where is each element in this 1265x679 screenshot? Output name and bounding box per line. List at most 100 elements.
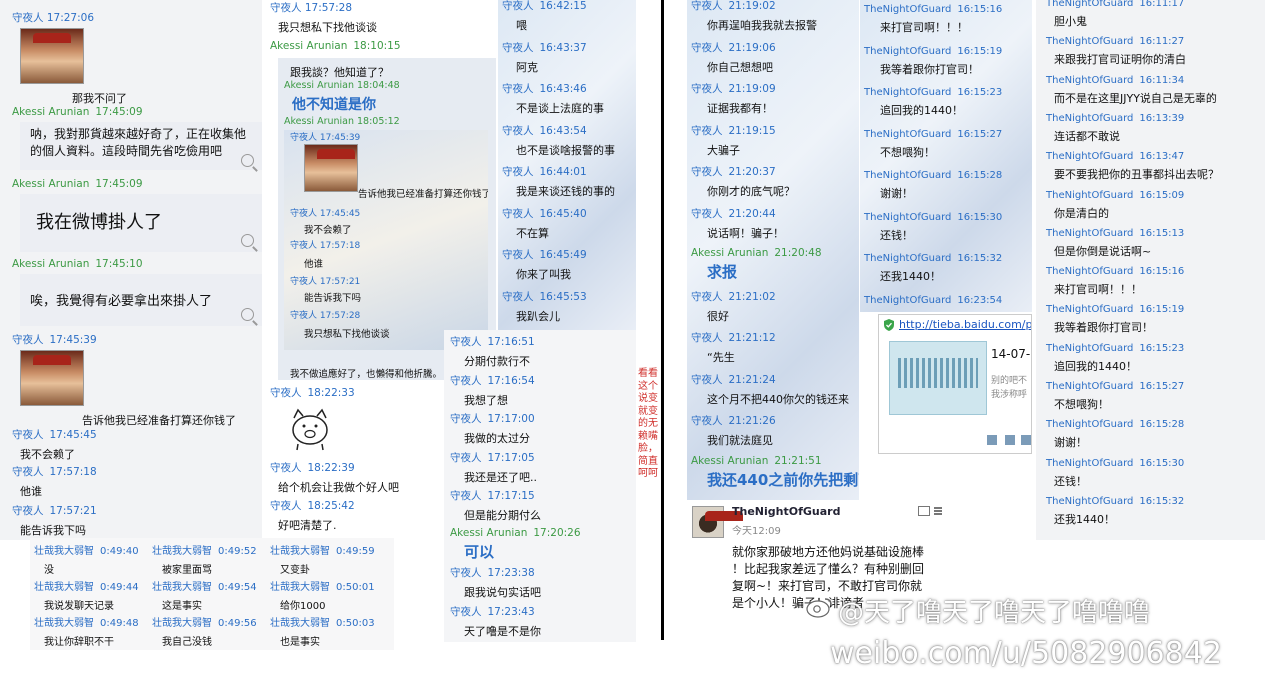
- message-header: TheNightOfGuard 16:15:27: [1046, 381, 1265, 392]
- message-time: 16:43:46: [539, 83, 587, 95]
- message-header: 守夜人 16:43:37: [502, 40, 636, 55]
- shield-icon: [883, 319, 895, 331]
- chat-message: 守夜人 17:17:05 我还是还了吧..: [450, 450, 636, 485]
- message-text: 你是清白的: [1054, 206, 1109, 220]
- sender-name: 守夜人: [502, 290, 534, 303]
- link-url[interactable]: http://tieba.baidu.com/p: [899, 318, 1031, 331]
- message-time: 16:23:54: [957, 294, 1003, 306]
- sender-name: 守夜人: [502, 41, 534, 54]
- message-text: 不想喂狗！: [880, 145, 935, 159]
- message-header: TheNightOfGuard 16:15:28: [1046, 419, 1265, 430]
- message-text: 来打官司啊！！！: [880, 21, 968, 34]
- message-text: 追回我的1440！: [880, 104, 963, 117]
- chat-message: 守夜人 21:20:37 你刚才的底气呢？: [691, 164, 859, 199]
- sender-name: 守夜人: [12, 505, 44, 517]
- message-time: 17:20:26: [533, 526, 581, 539]
- message-text: 不是谈上法庭的事: [516, 102, 604, 115]
- share-icon[interactable]: [1005, 435, 1015, 445]
- sender-name: TheNightOfGuard: [1046, 36, 1134, 48]
- save-icon[interactable]: [987, 435, 997, 445]
- message-header: TheNightOfGuard 16:15:09: [1046, 190, 1265, 201]
- message-header: 守夜人 16:43:54: [502, 123, 636, 138]
- sender-name: TheNightOfGuard: [1046, 266, 1134, 278]
- sender-name: TheNightOfGuard: [1046, 112, 1134, 124]
- message-text: 你再逞咱我我就去报警: [707, 19, 817, 32]
- chat-message: TheNightOfGuard 16:13:39 连话都不敢说: [1046, 113, 1265, 144]
- message-time: 17:23:43: [487, 605, 535, 618]
- message-text: 你自己想想吧: [707, 60, 773, 74]
- chat-panel-1: 守夜人 17:27:06 那我不问了 Akessi Arunian 17:45:0…: [0, 0, 262, 540]
- chat-message: 守夜人 17:17:00 我做的太过分: [450, 411, 636, 446]
- message-time: 16:15:16: [1139, 266, 1185, 278]
- message-time: 17:45:09: [95, 106, 143, 118]
- message-time: 0:49:54: [218, 582, 257, 593]
- message-header: TheNightOfGuard 16:15:28: [864, 170, 1032, 181]
- message-text: 不在算: [516, 226, 549, 240]
- message-header: 壮哉我大弱智 0:49:54: [152, 578, 257, 593]
- mail-icon[interactable]: [918, 506, 930, 516]
- message-text: 谢谢！: [1054, 436, 1087, 450]
- commenter-name[interactable]: TheNightOfGuard: [732, 505, 840, 518]
- message-time: 0:49:59: [336, 546, 375, 557]
- sender-name: TheNightOfGuard: [1046, 495, 1134, 507]
- link-card[interactable]: http://tieba.baidu.com/p 14-07- 别的吧不 我涉称…: [878, 314, 1032, 454]
- chat-message: 壮哉我大弱智 0:49:54 这是事实: [152, 578, 257, 612]
- red-annotation: 看看这个说变就变的无赖嘴脸，简直呵呵: [638, 368, 658, 479]
- sender-name: 守夜人: [12, 429, 44, 441]
- message-header: TheNightOfGuard 16:15:30: [864, 212, 1032, 223]
- sender-name: 守夜人: [691, 415, 723, 427]
- nested-text: 我只想私下找他谈谈: [304, 329, 390, 340]
- menu-icon[interactable]: [934, 510, 942, 512]
- message-text: 证据我都有！: [707, 102, 773, 115]
- message-text: 但是能分期付么: [464, 509, 541, 522]
- message-text: 这个月不把440你欠的钱还来: [707, 392, 849, 406]
- message-text: 而不是在这里JJYY说自己是无辜的: [1054, 91, 1217, 105]
- nested-header: 守夜人 17:45:45: [290, 209, 361, 219]
- message-time: 21:19:09: [728, 83, 776, 95]
- sender-name: TheNightOfGuard: [1046, 189, 1134, 201]
- sender-name: 守夜人: [502, 0, 534, 12]
- chat-panel-6: TheNightOfGuard 16:15:16 来打官司啊！！！ TheNightO…: [860, 0, 1032, 312]
- zoom-icon[interactable]: [241, 234, 254, 247]
- message-text: 唉，我覺得有必要拿出來掛人了: [30, 294, 213, 309]
- message-line: 的個人資料。這段時間先省吃儉用吧: [30, 144, 223, 158]
- message-time: 17:23:38: [487, 567, 535, 579]
- message-text: 来跟我打官司证明你的清白: [1054, 53, 1186, 67]
- message-text: 你刚才的底气呢？: [707, 185, 795, 198]
- sender-name: 守夜人: [502, 166, 534, 178]
- chat-message: 守夜人 17:16:54 我想了想: [450, 373, 636, 408]
- message-header: 守夜人 17:17:00: [450, 411, 636, 426]
- chat-message: TheNightOfGuard 16:15:19 我等着跟你打官司！: [1046, 304, 1265, 335]
- sender-name: 守夜人: [691, 207, 723, 220]
- message-time: 16:11:27: [1139, 36, 1185, 48]
- message-time: 16:15:23: [1139, 342, 1185, 354]
- message-text: 没: [44, 565, 54, 576]
- message-text: 还钱！: [1054, 474, 1087, 488]
- chat-message: TheNightOfGuard 16:15:16 来打官司啊！！！: [864, 4, 1032, 35]
- chat-message: TheNightOfGuard 16:11:34 而不是在这里JJYY说自己是无辜的: [1046, 75, 1265, 106]
- sender-name: 守夜人: [450, 605, 482, 618]
- chat-message: 壮哉我大弱智 0:50:03 也是事实: [270, 614, 375, 648]
- message-header: 守夜人 21:21:24: [691, 372, 859, 387]
- message-time: 16:43:54: [539, 124, 587, 137]
- message-time: 16:15:13: [1139, 227, 1185, 239]
- zoom-icon[interactable]: [241, 154, 254, 167]
- chat-message: TheNightOfGuard 16:11:17 胆小鬼: [1046, 0, 1265, 29]
- chat-panel-5: 守夜人 21:19:02 你再逞咱我我就去报警 守夜人 21:19:06 你自己想想吧 守夜…: [687, 0, 859, 500]
- message-time: 17:45:10: [95, 258, 143, 270]
- message-time: 18:25:42: [307, 500, 355, 512]
- message-time: 16:44:01: [539, 166, 587, 178]
- message-header: TheNightOfGuard 16:11:27: [1046, 36, 1265, 47]
- message-time: 16:15:19: [957, 45, 1003, 57]
- message-time: 17:17:00: [487, 413, 535, 425]
- chat-message: TheNightOfGuard 16:15:30 还钱！: [864, 212, 1032, 243]
- chat-message: 守夜人 21:19:02 你再逞咱我我就去报警: [691, 0, 859, 33]
- zoom-icon[interactable]: [241, 308, 254, 321]
- message-time: 18:22:33: [307, 387, 355, 399]
- chat-message: 守夜人 17:45:39: [0, 332, 262, 347]
- quote-header: Akessi Arunian 18:05:12: [284, 116, 400, 127]
- more-icon[interactable]: [1021, 435, 1031, 445]
- message-time: 16:15:32: [1139, 495, 1185, 507]
- sender-name: 壮哉我大弱智: [270, 582, 330, 593]
- message-header: TheNightOfGuard 16:15:32: [1046, 496, 1265, 507]
